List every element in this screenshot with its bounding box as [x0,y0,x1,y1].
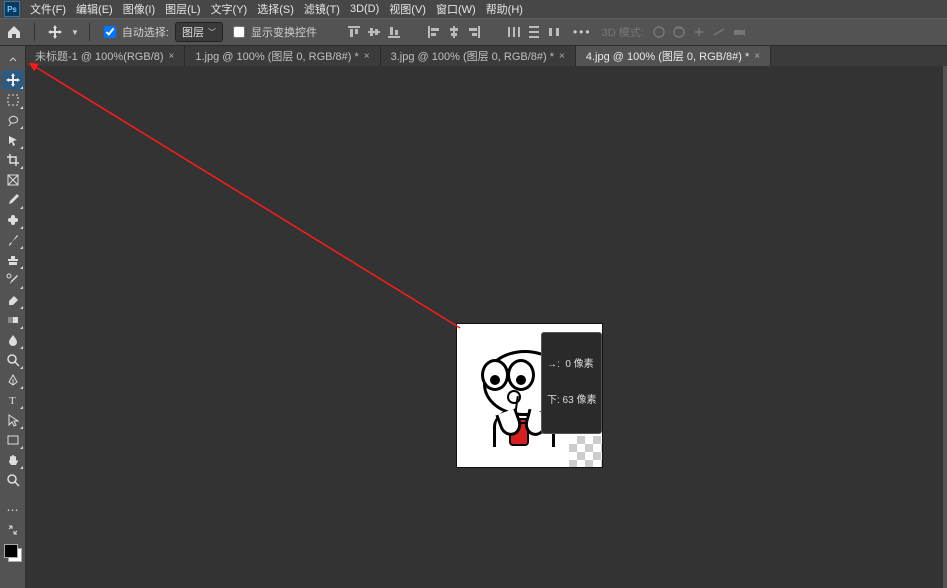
align-top-icon[interactable] [345,23,363,41]
close-icon[interactable]: × [559,51,565,62]
close-icon[interactable]: × [754,51,760,62]
three-d-group [650,23,748,41]
document-tabs: 未标题-1 @ 100%(RGB/8) × 1.jpg @ 100% (图层 0… [25,46,947,66]
dodge-tool-icon[interactable] [2,350,24,370]
distribute-h-icon[interactable] [505,23,523,41]
slide-icon [710,23,728,41]
menu-file[interactable]: 文件(F) [30,1,66,17]
menu-filter[interactable]: 滤镜(T) [304,1,340,17]
zoom-tool-icon[interactable] [2,470,24,490]
tab-untitled-1[interactable]: 未标题-1 @ 100%(RGB/8) × [25,46,185,66]
home-icon[interactable] [4,22,24,42]
expand-handle[interactable] [2,50,24,70]
right-panel-edge [943,66,947,588]
layer-dropdown-label: 图层 [182,24,204,40]
frame-tool-icon[interactable] [2,170,24,190]
menu-image[interactable]: 图像(I) [123,1,155,17]
tab-label: 4.jpg @ 100% (图层 0, RGB/8#) * [586,48,749,64]
marquee-tool-icon[interactable] [2,90,24,110]
swap-colors-icon[interactable] [2,520,24,540]
layer-dropdown[interactable]: 图层 ﹀ [175,22,223,42]
history-brush-tool-icon[interactable] [2,270,24,290]
clone-tool-icon[interactable] [2,250,24,270]
options-bar: ▼ 自动选择: 图层 ﹀ 显示变换控件 ••• 3D 模式: [0,18,947,46]
distribute-spacing-icon[interactable] [545,23,563,41]
type-tool-icon[interactable]: T [2,390,24,410]
color-swatches[interactable] [4,544,22,562]
rectangle-tool-icon[interactable] [2,430,24,450]
drag-tip-y: 下: 63 像素 [547,395,596,407]
tab-label: 未标题-1 @ 100%(RGB/8) [35,48,164,64]
align-hcenter-icon[interactable] [445,23,463,41]
drag-tip-x: →: 0 像素 [547,359,596,371]
canvas-area[interactable]: →: 0 像素 下: 63 像素 [25,66,947,588]
more-options-icon[interactable]: ••• [573,25,592,39]
show-transform-input[interactable] [233,26,245,38]
roll-icon [670,23,688,41]
distribute-v-icon[interactable] [525,23,543,41]
svg-text:T: T [9,395,16,407]
tab-1jpg[interactable]: 1.jpg @ 100% (图层 0, RGB/8#) * × [185,46,380,66]
eraser-tool-icon[interactable] [2,290,24,310]
path-select-tool-icon[interactable] [2,410,24,430]
menu-type[interactable]: 文字(Y) [211,1,248,17]
menu-layer[interactable]: 图层(L) [165,1,200,17]
close-icon[interactable]: × [364,51,370,62]
align-vcenter-icon[interactable] [365,23,383,41]
align-left-icon[interactable] [425,23,443,41]
close-icon[interactable]: × [169,51,175,62]
menu-3d[interactable]: 3D(D) [350,3,379,15]
camera-icon [730,23,748,41]
chevron-down-icon: ﹀ [208,27,216,38]
auto-select-label: 自动选择: [122,24,169,40]
menu-edit[interactable]: 编辑(E) [76,1,113,17]
lasso-tool-icon[interactable] [2,110,24,130]
menu-window[interactable]: 窗口(W) [436,1,476,17]
gradient-tool-icon[interactable] [2,310,24,330]
healing-tool-icon[interactable] [2,210,24,230]
menubar: Ps 文件(F) 编辑(E) 图像(I) 图层(L) 文字(Y) 选择(S) 滤… [0,0,947,18]
tab-label: 3.jpg @ 100% (图层 0, RGB/8#) * [391,48,554,64]
tab-4jpg[interactable]: 4.jpg @ 100% (图层 0, RGB/8#) * × [576,46,771,66]
chevron-down-icon[interactable]: ▼ [71,28,79,37]
orbit-icon [650,23,668,41]
align-bottom-icon[interactable] [385,23,403,41]
tool-panel: T ⋯ [0,46,26,588]
distribute-group [505,23,563,41]
move-tool-icon[interactable] [2,70,24,90]
eyedropper-tool-icon[interactable] [2,190,24,210]
foreground-color-swatch[interactable] [4,544,18,558]
edit-toolbar-icon[interactable]: ⋯ [2,500,24,520]
align-group-2 [425,23,483,41]
drag-offset-tooltip: →: 0 像素 下: 63 像素 [541,332,602,434]
align-group-1 [345,23,403,41]
pen-tool-icon[interactable] [2,370,24,390]
tab-label: 1.jpg @ 100% (图层 0, RGB/8#) * [195,48,358,64]
separator [89,23,90,41]
auto-select-checkbox[interactable]: 自动选择: [100,23,169,41]
auto-select-input[interactable] [104,26,116,38]
crop-tool-icon[interactable] [2,150,24,170]
menu-select[interactable]: 选择(S) [257,1,294,17]
move-tool-icon[interactable] [45,22,65,42]
three-d-mode-label: 3D 模式: [602,24,644,40]
pan-icon [690,23,708,41]
blur-tool-icon[interactable] [2,330,24,350]
align-right-icon[interactable] [465,23,483,41]
brush-tool-icon[interactable] [2,230,24,250]
menu-view[interactable]: 视图(V) [389,1,426,17]
tab-3jpg[interactable]: 3.jpg @ 100% (图层 0, RGB/8#) * × [381,46,576,66]
show-transform-label: 显示变换控件 [251,24,317,40]
hand-tool-icon[interactable] [2,450,24,470]
menu-help[interactable]: 帮助(H) [486,1,523,17]
app-logo: Ps [4,1,20,17]
show-transform-checkbox[interactable]: 显示变换控件 [229,23,317,41]
separator [34,23,35,41]
quick-select-tool-icon[interactable] [2,130,24,150]
